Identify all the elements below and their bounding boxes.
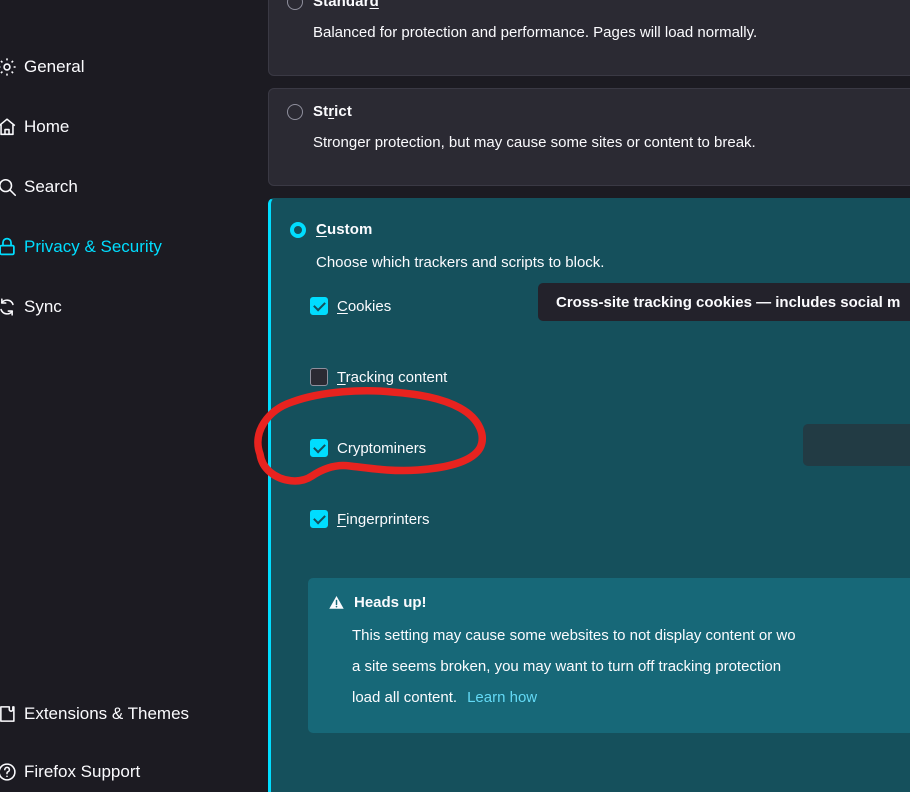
- sidebar-item-label: Home: [24, 117, 70, 136]
- standard-title: Standard: [313, 0, 379, 10]
- strict-radio-row[interactable]: Strict: [287, 103, 910, 120]
- heads-up-notice: Heads up! This setting may cause some we…: [308, 578, 910, 733]
- search-icon: [0, 176, 24, 198]
- custom-radio-row[interactable]: Custom: [290, 221, 910, 238]
- puzzle-icon: [0, 703, 24, 725]
- tracking-content-checkbox[interactable]: [310, 368, 328, 386]
- cookies-type-dropdown[interactable]: Cross-site tracking cookies — includes s…: [538, 283, 910, 321]
- cryptominers-label: Cryptominers: [337, 439, 427, 457]
- heads-up-title: Heads up!: [354, 594, 427, 611]
- tracking-content-label: Tracking content: [337, 368, 448, 386]
- sync-icon: [0, 296, 24, 318]
- sidebar-item-sync[interactable]: Sync: [0, 285, 268, 329]
- sidebar-item-general[interactable]: General: [0, 45, 268, 89]
- sidebar-item-label: Sync: [24, 297, 62, 316]
- fingerprinters-label: Fingerprinters: [337, 510, 430, 528]
- sidebar-item-home[interactable]: Home: [0, 105, 268, 149]
- heads-up-line-1: This setting may cause some websites to …: [352, 627, 796, 644]
- protection-option-custom[interactable]: Custom Choose which trackers and scripts…: [268, 198, 910, 792]
- learn-how-link[interactable]: Learn how: [467, 689, 537, 706]
- settings-window: General Home Search Privacy & Security S…: [0, 0, 910, 792]
- sidebar-item-label: Firefox Support: [24, 762, 141, 781]
- heads-up-line-3: load all content.: [352, 689, 458, 706]
- settings-sidebar: General Home Search Privacy & Security S…: [0, 0, 268, 792]
- sidebar-item-label: Privacy & Security: [24, 237, 162, 256]
- heads-up-line-3-row: load all content. Learn how: [352, 682, 910, 713]
- lock-icon: [0, 236, 24, 258]
- custom-title: Custom: [316, 221, 373, 238]
- sidebar-item-extensions-themes[interactable]: Extensions & Themes: [0, 692, 268, 736]
- strict-radio-button[interactable]: [287, 103, 303, 120]
- custom-radio-button[interactable]: [290, 221, 306, 238]
- standard-description: Balanced for protection and performance.…: [313, 24, 758, 41]
- sidebar-item-firefox-support[interactable]: Firefox Support: [0, 750, 268, 792]
- standard-radio-row[interactable]: Standard: [287, 0, 910, 10]
- custom-description: Choose which trackers and scripts to blo…: [316, 254, 605, 271]
- strict-title: Strict: [313, 103, 352, 120]
- help-icon: [0, 761, 24, 783]
- heads-up-title-row: Heads up!: [328, 594, 910, 611]
- fingerprinters-checkbox[interactable]: [310, 510, 328, 528]
- heads-up-body: This setting may cause some websites to …: [352, 620, 910, 713]
- sidebar-primary-nav: General Home Search Privacy & Security S…: [0, 45, 268, 345]
- gear-icon: [0, 56, 24, 78]
- warning-triangle-icon: [328, 594, 345, 611]
- sidebar-item-privacy-security[interactable]: Privacy & Security: [0, 225, 268, 269]
- home-icon: [0, 116, 24, 138]
- settings-content-pane: Standard Balanced for protection and per…: [268, 0, 910, 792]
- standard-radio-button[interactable]: [287, 0, 303, 10]
- sidebar-item-label: Extensions & Themes: [24, 704, 190, 723]
- cookies-checkbox[interactable]: [310, 297, 328, 315]
- sidebar-item-search[interactable]: Search: [0, 165, 268, 209]
- custom-checkbox-list: Cookies Cross-site tracking cookies — in…: [310, 283, 910, 532]
- checkbox-row-cryptominers: Cryptominers: [310, 435, 910, 461]
- cookies-label: Cookies: [337, 297, 392, 315]
- checkbox-row-cookies: Cookies Cross-site tracking cookies — in…: [310, 283, 910, 321]
- checkbox-row-fingerprinters: Fingerprinters: [310, 506, 910, 532]
- strict-description: Stronger protection, but may cause some …: [313, 134, 756, 151]
- sidebar-item-label: Search: [24, 177, 78, 196]
- cryptominers-checkbox[interactable]: [310, 439, 328, 457]
- protection-option-standard[interactable]: Standard Balanced for protection and per…: [268, 0, 910, 76]
- heads-up-line-2: a site seems broken, you may want to tur…: [352, 658, 782, 675]
- checkbox-row-tracking-content: Tracking content: [310, 364, 910, 466]
- sidebar-secondary-nav: Extensions & Themes Firefox Support: [0, 692, 268, 792]
- sidebar-item-label: General: [24, 57, 85, 76]
- protection-option-strict[interactable]: Strict Stronger protection, but may caus…: [268, 88, 910, 186]
